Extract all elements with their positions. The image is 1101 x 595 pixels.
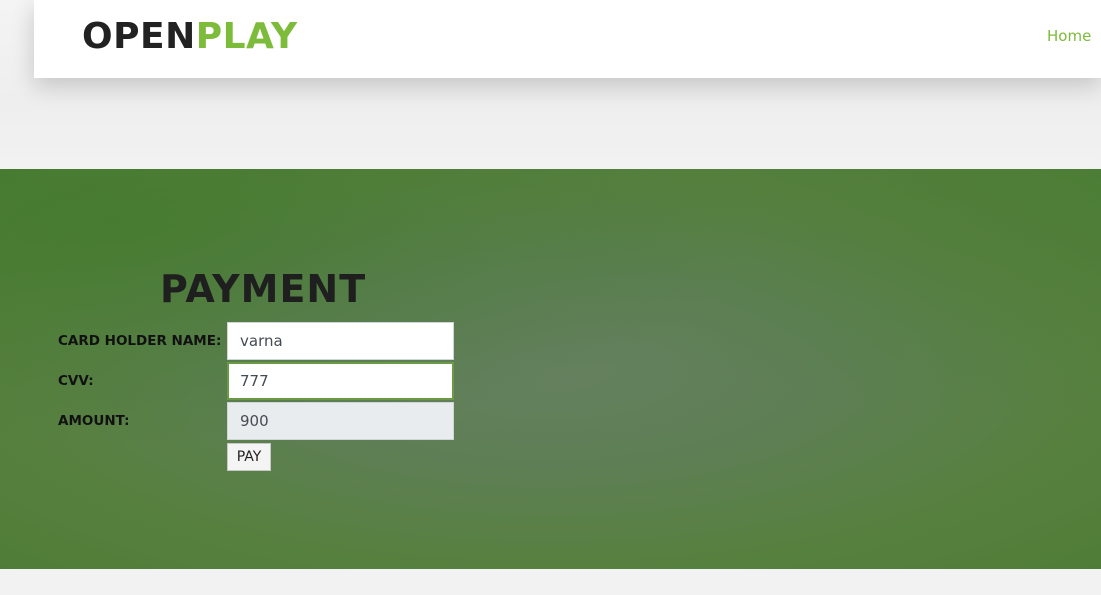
payment-section: PAYMENT CARD HOLDER NAME: CVV: AMOUNT: P… bbox=[0, 169, 1101, 569]
section-background bbox=[0, 169, 1101, 569]
nav-home-link[interactable]: Home bbox=[1047, 26, 1091, 46]
cvv-label: CVV: bbox=[58, 373, 94, 389]
amount-input[interactable] bbox=[227, 402, 454, 440]
card-holder-label: CARD HOLDER NAME: bbox=[58, 333, 222, 349]
brand-logo-play: PLAY bbox=[195, 16, 298, 57]
card-holder-input[interactable] bbox=[227, 322, 454, 360]
pay-button[interactable]: PAY bbox=[227, 443, 271, 471]
page-title: PAYMENT bbox=[160, 267, 367, 311]
amount-label: AMOUNT: bbox=[58, 413, 130, 429]
navbar: OPENPLAY Home bbox=[34, 0, 1101, 78]
brand-logo-open: OPEN bbox=[82, 16, 196, 57]
cvv-input[interactable] bbox=[227, 362, 454, 400]
brand-logo[interactable]: OPENPLAY bbox=[82, 16, 298, 58]
